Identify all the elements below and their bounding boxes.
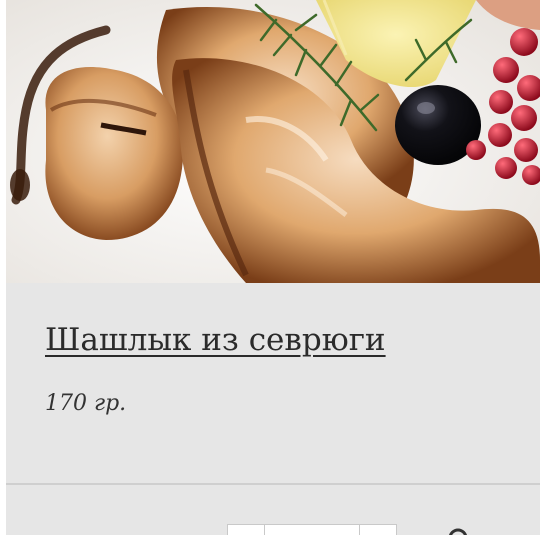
search-icon[interactable] [446,526,474,535]
dish-photo [6,0,540,283]
quantity-decrease-button[interactable] [227,524,265,535]
quantity-increase-button[interactable] [359,524,397,535]
quantity-input[interactable] [265,524,361,535]
product-photo[interactable] [6,0,540,283]
product-weight: 170 гр. [45,391,127,416]
divider [6,483,540,485]
product-card: Шашлык из севрюги 170 гр. [6,0,540,535]
product-title-link[interactable]: Шашлык из севрюги [45,322,386,358]
